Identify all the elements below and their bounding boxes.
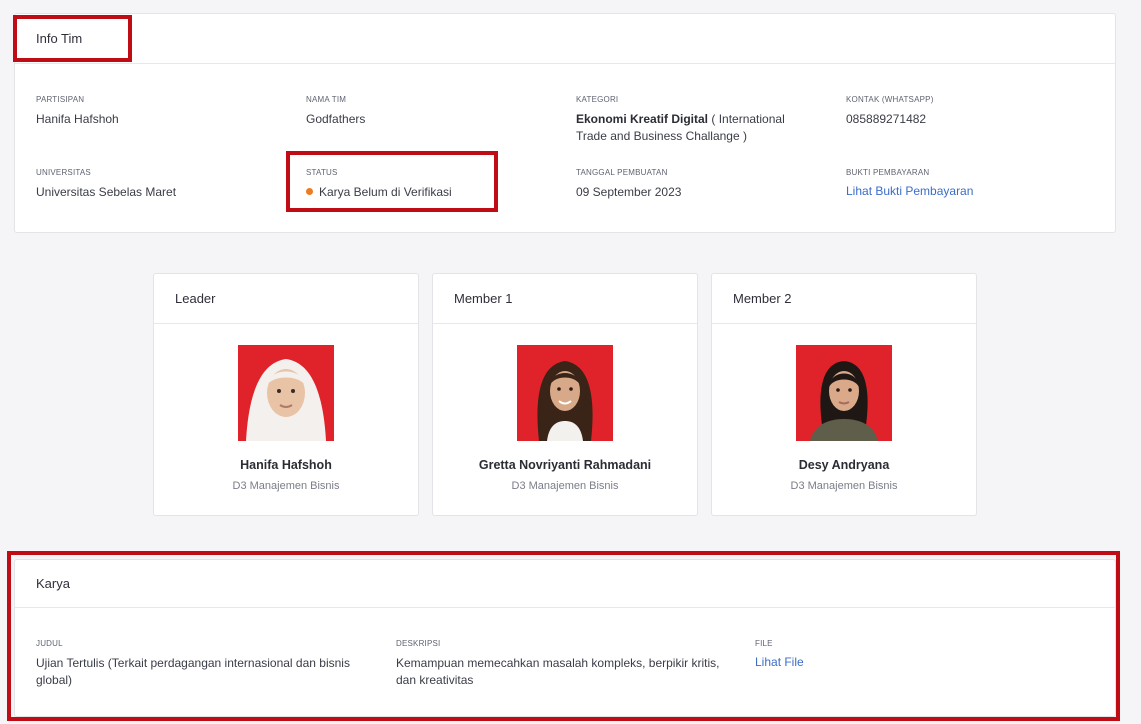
- field-file: FILE Lihat File: [755, 639, 995, 669]
- tanggal-label: TANGGAL PEMBUATAN: [576, 168, 668, 177]
- avatar-hijab-icon: [238, 345, 334, 441]
- avatar: [517, 345, 613, 441]
- karya-card: Karya JUDUL Ujian Tertulis (Terkait perd…: [14, 559, 1116, 717]
- karya-title: Karya: [15, 560, 1115, 608]
- kategori-value: Ekonomi Kreatif Digital ( International …: [576, 111, 808, 145]
- member-role: Member 2: [712, 274, 976, 324]
- field-status: STATUS Karya Belum di Verifikasi: [306, 168, 546, 201]
- avatar: [238, 345, 334, 441]
- bukti-label: BUKTI PEMBAYARAN: [846, 168, 930, 177]
- member-name: Hanifa Hafshoh: [240, 458, 332, 472]
- lihat-file-link[interactable]: Lihat File: [755, 655, 995, 669]
- deskripsi-value: Kemampuan memecahkan masalah kompleks, b…: [396, 656, 720, 687]
- field-deskripsi: DESKRIPSI Kemampuan memecahkan masalah k…: [396, 639, 726, 689]
- field-partisipan: PARTISIPAN Hanifa Hafshoh: [36, 95, 276, 128]
- member-program: D3 Manajemen Bisnis: [232, 480, 340, 492]
- info-tim-card: Info Tim PARTISIPAN Hanifa Hafshoh NAMA …: [14, 13, 1116, 233]
- field-judul: JUDUL Ujian Tertulis (Terkait perdaganga…: [36, 639, 356, 689]
- member-card-1: Member 1 Gretta Novriyanti Rahmadani D3 …: [432, 273, 698, 516]
- avatar-person-icon: [517, 345, 613, 441]
- nama-tim-value: Godfathers: [306, 112, 366, 126]
- bukti-pembayaran-link[interactable]: Lihat Bukti Pembayaran: [846, 184, 1086, 198]
- status-dot-icon: [306, 188, 313, 195]
- universitas-value: Universitas Sebelas Maret: [36, 185, 177, 199]
- status-value: Karya Belum di Verifikasi: [306, 184, 546, 201]
- universitas-label: UNIVERSITAS: [36, 168, 91, 177]
- partisipan-label: PARTISIPAN: [36, 95, 85, 104]
- member-card-2: Member 2 Desy Andryana D3 Manajemen Bisn…: [711, 273, 977, 516]
- member-role: Member 1: [433, 274, 697, 324]
- member-program: D3 Manajemen Bisnis: [790, 480, 898, 492]
- member-role: Leader: [154, 274, 418, 324]
- deskripsi-label: DESKRIPSI: [396, 639, 441, 648]
- avatar-person-icon: [796, 345, 892, 441]
- nama-tim-label: NAMA TIM: [306, 95, 347, 104]
- status-text: Karya Belum di Verifikasi: [319, 185, 452, 199]
- kategori-label: KATEGORI: [576, 95, 619, 104]
- kategori-name: Ekonomi Kreatif Digital: [576, 112, 709, 126]
- partisipan-value: Hanifa Hafshoh: [36, 112, 119, 126]
- field-nama-tim: NAMA TIM Godfathers: [306, 95, 546, 128]
- info-tim-title: Info Tim: [15, 14, 1115, 64]
- judul-value: Ujian Tertulis (Terkait perdagangan inte…: [36, 656, 350, 687]
- member-card-leader: Leader Hanifa Hafshoh D3 Manajemen Bisni…: [153, 273, 419, 516]
- member-name: Gretta Novriyanti Rahmadani: [478, 458, 652, 472]
- kontak-label: KONTAK (WHATSAPP): [846, 95, 934, 104]
- field-kontak: KONTAK (WHATSAPP) 085889271482: [846, 95, 1086, 128]
- field-universitas: UNIVERSITAS Universitas Sebelas Maret: [36, 168, 276, 201]
- status-label: STATUS: [306, 168, 338, 177]
- member-name: Desy Andryana: [798, 458, 890, 472]
- avatar: [796, 345, 892, 441]
- member-program: D3 Manajemen Bisnis: [511, 480, 619, 492]
- tanggal-value: 09 September 2023: [576, 185, 682, 199]
- field-bukti: BUKTI PEMBAYARAN Lihat Bukti Pembayaran: [846, 168, 1086, 198]
- file-label: FILE: [755, 639, 773, 648]
- judul-label: JUDUL: [36, 639, 63, 648]
- field-kategori: KATEGORI Ekonomi Kreatif Digital ( Inter…: [576, 95, 808, 145]
- field-tanggal: TANGGAL PEMBUATAN 09 September 2023: [576, 168, 816, 201]
- kontak-value: 085889271482: [846, 112, 927, 126]
